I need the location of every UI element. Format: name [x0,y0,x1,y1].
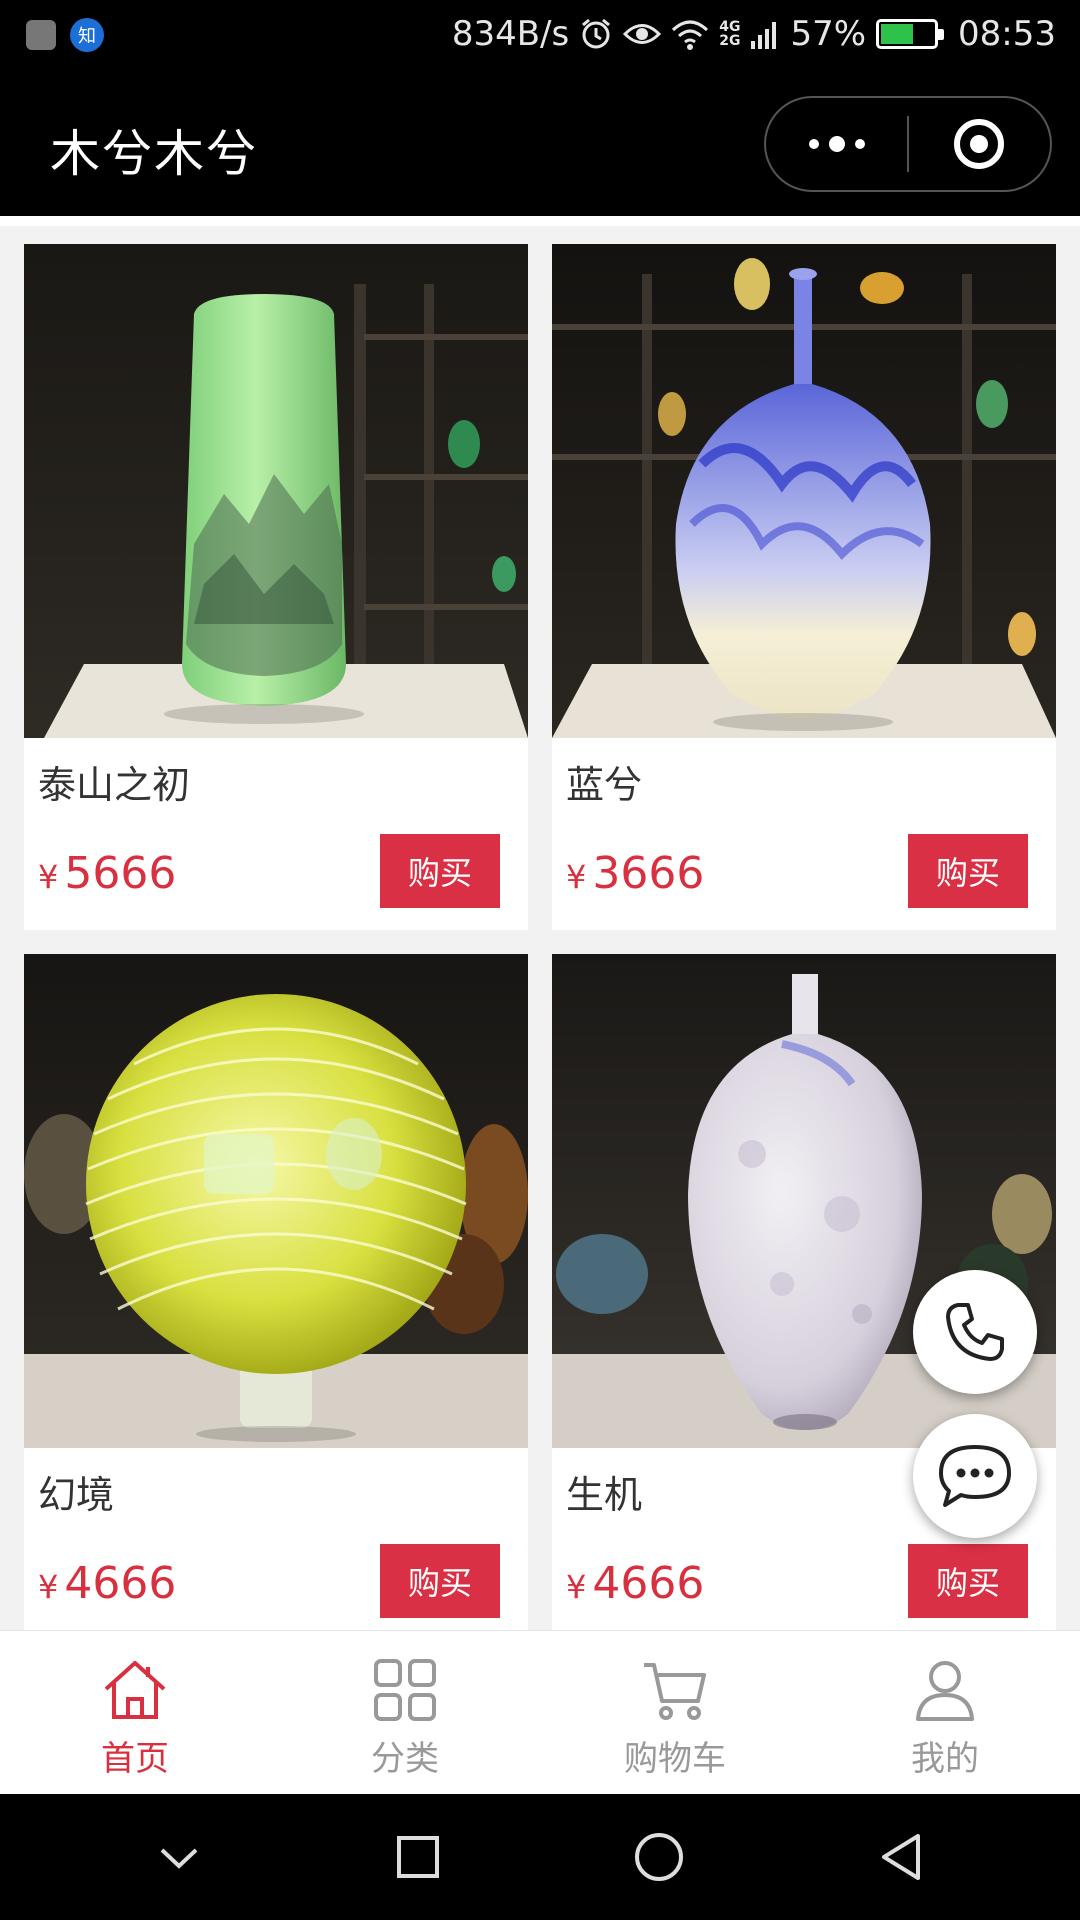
battery-fill [881,24,913,44]
network-type-top: 4G [719,19,741,35]
navigation-bar: 木兮木兮 [0,72,1080,216]
product-photo-blue-swirl-bottle-vase[interactable] [552,244,1056,738]
product-photo-yellow-striped-sphere[interactable] [24,954,528,1448]
close-miniprogram-button[interactable] [909,98,1050,190]
miniprogram-capsule [764,96,1052,192]
product-price: ¥3666 [566,848,704,899]
product-photo-green-mountain-vase[interactable] [24,244,528,738]
price-value: 3666 [592,848,705,899]
wifi-icon [672,20,709,50]
product-name: 蓝兮 [566,763,643,807]
alarm-icon [582,18,611,49]
price-value: 4666 [64,1558,177,1609]
tab-bar: 首页 分类 购物车 我的 [0,1630,1080,1794]
home-icon [104,1661,166,1719]
phone-button[interactable] [913,1270,1037,1394]
more-button[interactable] [766,98,907,190]
network-type-bottom: 2G [719,33,741,49]
eye-icon [623,24,662,44]
collapse-chevron-icon[interactable] [156,1842,202,1872]
chat-button[interactable] [913,1414,1037,1538]
image-icon [26,20,56,50]
notification-icons: 知 [26,18,104,52]
grid-icon [374,1659,436,1721]
currency-symbol: ¥ [566,1568,587,1606]
tab-label: 首页 [101,1739,169,1779]
currency-symbol: ¥ [566,858,587,896]
signal-icon [751,22,777,49]
network-type: 4G 2G [719,20,740,48]
product-price: ¥4666 [38,1558,176,1609]
zhihu-label: 知 [78,26,96,47]
buy-button[interactable]: 购买 [380,1544,500,1618]
user-icon [916,1661,974,1721]
tab-home[interactable]: 首页 [0,1631,270,1795]
back-triangle-icon[interactable] [878,1832,924,1882]
buy-button[interactable]: 购买 [908,834,1028,908]
zhihu-icon: 知 [70,18,104,52]
cart-icon [644,1663,706,1720]
home-circle-icon[interactable] [633,1831,685,1883]
recent-apps-icon[interactable] [395,1834,441,1880]
currency-symbol: ¥ [38,858,59,896]
chat-bubble-icon [939,1445,1011,1507]
price-value: 4666 [592,1558,705,1609]
battery-percent: 57% [790,14,867,54]
product-card[interactable]: 幻境 ¥4666 购买 [24,954,528,1630]
tab-label: 分类 [371,1739,439,1779]
tab-label: 我的 [911,1739,979,1779]
status-bar: 知 834B/s 4G 2G 57% 08:53 [0,0,1080,72]
tab-label: 购物车 [624,1739,726,1779]
price-value: 5666 [64,848,177,899]
more-dots-icon [808,136,865,152]
product-name: 生机 [566,1473,643,1517]
tab-cart[interactable]: 购物车 [540,1631,810,1795]
android-navigation-bar [0,1794,1080,1920]
buy-button[interactable]: 购买 [908,1544,1028,1618]
network-speed: 834B/s [451,14,570,54]
target-icon [954,119,1005,169]
product-name: 幻境 [38,1473,115,1517]
product-price: ¥5666 [38,848,176,899]
phone-icon [946,1303,1004,1361]
clock: 08:53 [958,14,1056,54]
currency-symbol: ¥ [38,1568,59,1606]
product-name: 泰山之初 [38,763,191,807]
product-card[interactable]: 泰山之初 ¥5666 购买 [24,244,528,930]
tab-category[interactable]: 分类 [270,1631,540,1795]
tab-profile[interactable]: 我的 [810,1631,1080,1795]
product-grid: 泰山之初 ¥5666 购买 蓝兮 ¥ 3666 购买 幻境 ¥ 4666 购买 … [0,216,1080,1630]
system-indicators: 834B/s 4G 2G 57% 08:53 [452,14,1056,54]
product-card[interactable]: 蓝兮 ¥3666 购买 [552,244,1056,930]
battery-icon [876,19,945,49]
buy-button[interactable]: 购买 [380,834,500,908]
page-title: 木兮木兮 [50,125,258,183]
product-price: ¥4666 [566,1558,704,1609]
